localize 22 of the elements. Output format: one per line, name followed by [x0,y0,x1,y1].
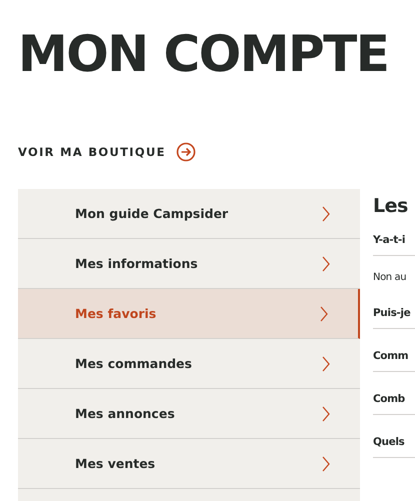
sidebar-item[interactable]: Mes favoris [18,289,360,339]
chevron-right-icon [322,256,330,272]
chevron-right-icon [322,456,330,472]
faq-heading: Les [373,194,409,219]
sidebar-item[interactable]: Mes commandes [18,339,360,389]
faq-question[interactable]: Y-a-t-i [373,222,415,256]
chevron-right-icon [320,306,328,322]
faq-question[interactable]: Quels [373,424,415,458]
arrow-circle-icon [176,142,196,162]
sidebar-item[interactable]: Mes informations [18,239,360,289]
sidebar-item[interactable]: Mes annonces [18,389,360,439]
sidebar-item[interactable]: Mon guide Campsider [18,189,360,239]
faq-answer: Non au [373,271,408,285]
sidebar-item[interactable]: Mes ventes [18,439,360,489]
faq-question[interactable]: Comb [373,381,415,415]
chevron-right-icon [322,356,330,372]
shop-link[interactable]: VOIR MA BOUTIQUE [18,142,196,162]
faq-question[interactable]: Puis-je [373,293,415,329]
chevron-right-icon [322,206,330,222]
page-title: MON COMPTE [17,24,390,84]
chevron-right-icon [322,406,330,422]
faq-question[interactable]: Comm [373,338,415,372]
